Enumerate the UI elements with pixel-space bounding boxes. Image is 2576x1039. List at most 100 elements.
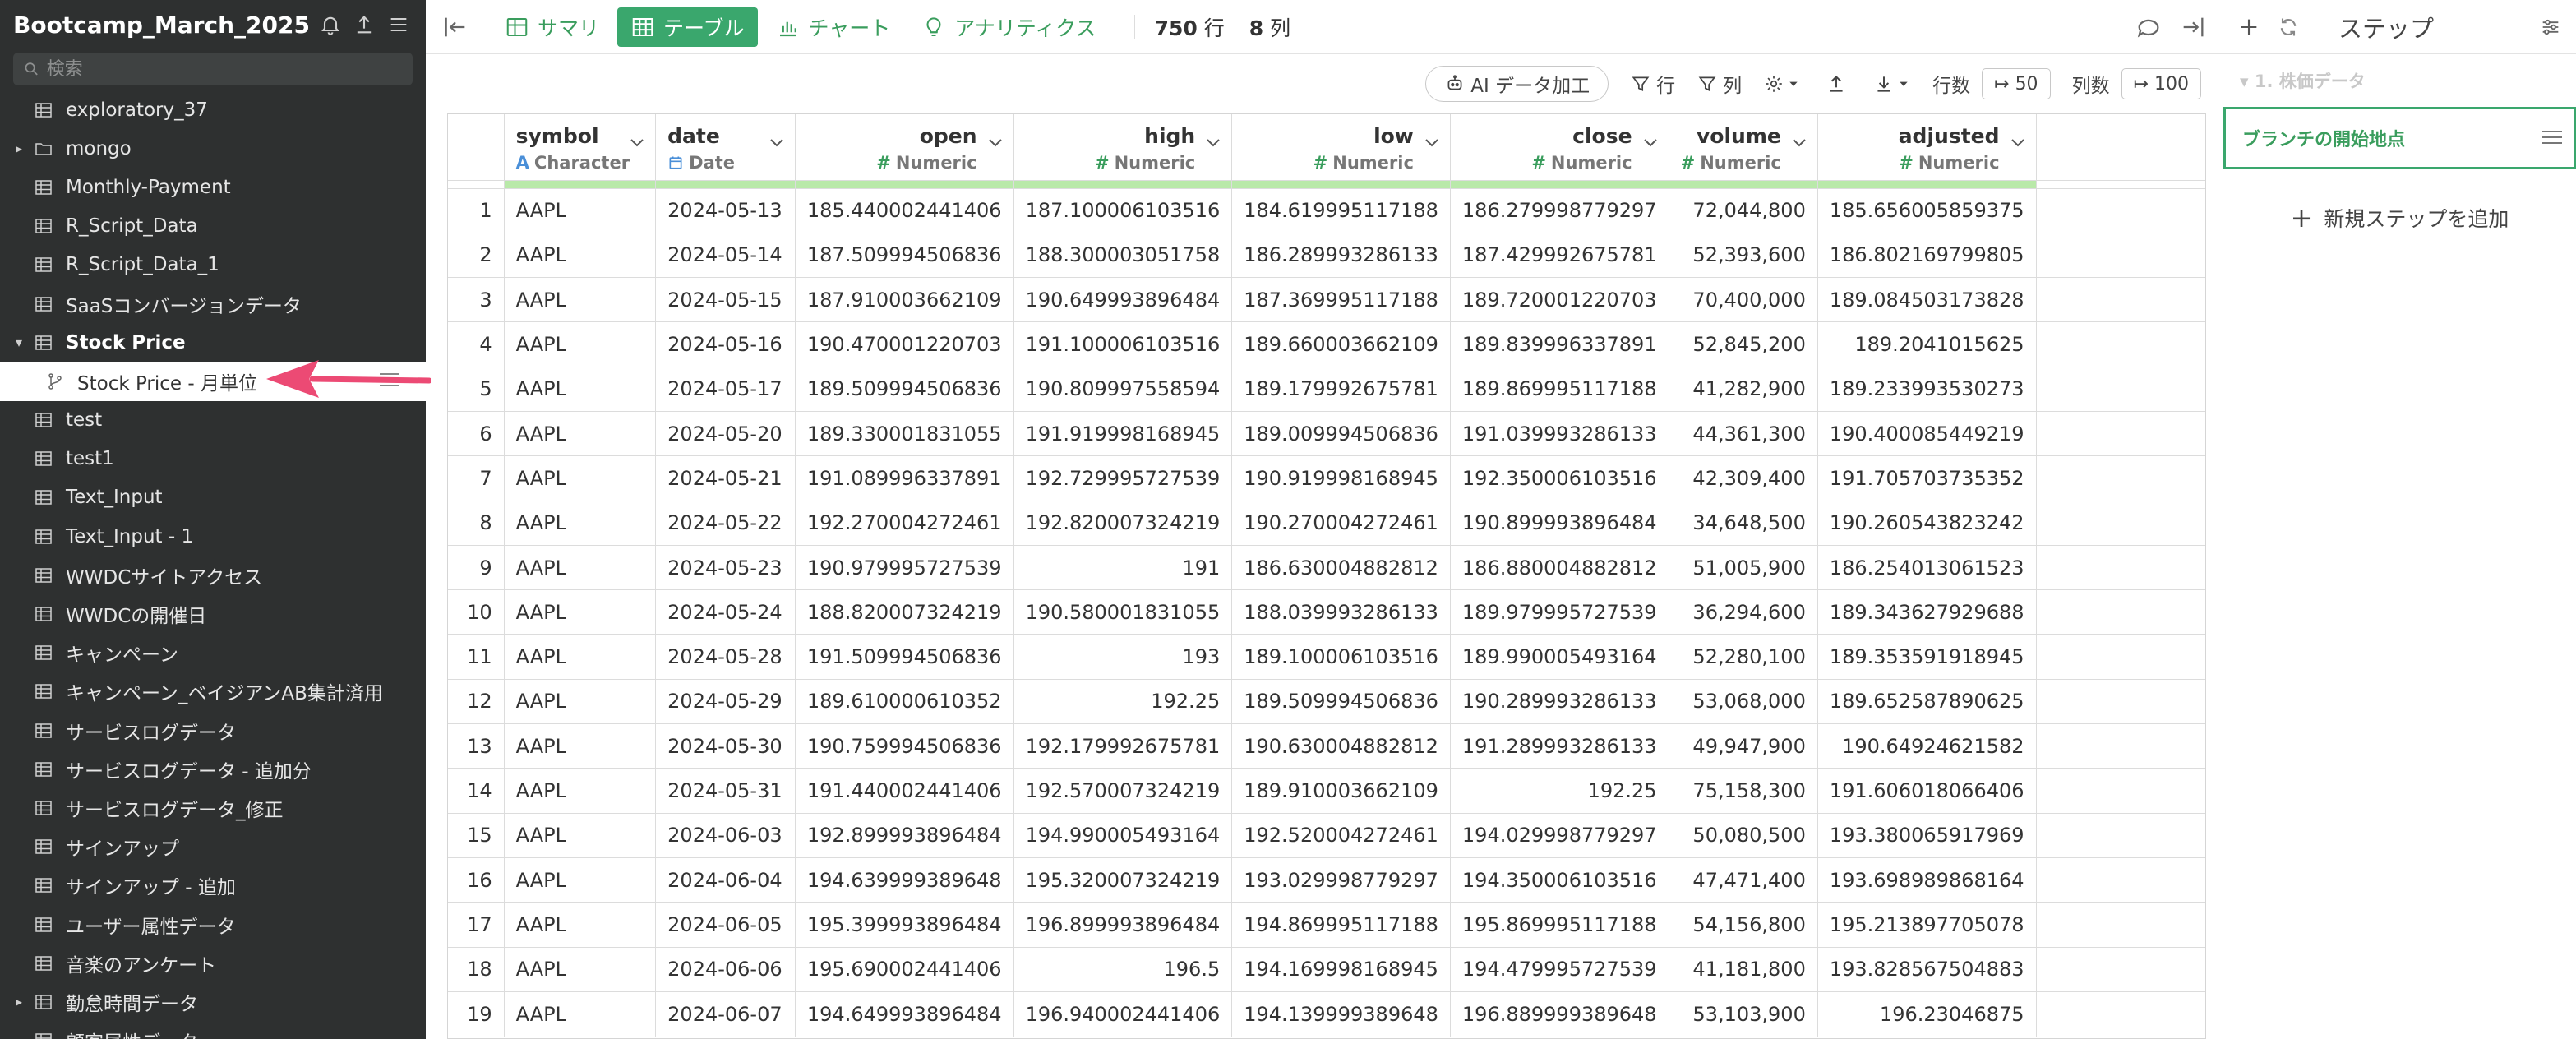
table-cell[interactable]: AAPL [504, 723, 657, 769]
chevron-down-icon[interactable] [987, 131, 1004, 147]
collapse-sidebar-icon[interactable] [436, 7, 475, 47]
table-cell[interactable]: 2024-05-24 [655, 589, 796, 635]
table-cell[interactable]: 184.619995117188 [1231, 187, 1451, 233]
table-cell[interactable]: 192.350006103516 [1450, 455, 1669, 501]
table-cell[interactable]: 36,294,600 [1669, 589, 1818, 635]
table-cell[interactable]: 190.580001831055 [1013, 589, 1233, 635]
table-cell[interactable]: 185.440002441406 [795, 187, 1014, 233]
table-cell[interactable]: 54,156,800 [1669, 902, 1818, 948]
table-cell[interactable]: AAPL [504, 902, 657, 948]
comment-icon[interactable] [2129, 7, 2168, 47]
table-cell[interactable]: 190.400085449219 [1817, 410, 2037, 456]
table-cell[interactable]: 190.470001220703 [795, 321, 1014, 367]
table-cell[interactable]: 41,282,900 [1669, 366, 1818, 412]
chevron-down-icon[interactable] [1642, 131, 1659, 147]
table-cell[interactable]: 191.089996337891 [795, 455, 1014, 501]
expand-right-icon[interactable]: ▸ [8, 994, 30, 1009]
table-cell[interactable]: 195.690002441406 [795, 946, 1014, 992]
table-cell[interactable]: 191.100006103516 [1013, 321, 1233, 367]
row-number[interactable]: 1 [448, 187, 505, 233]
chevron-down-icon[interactable] [769, 131, 785, 147]
table-cell[interactable]: 195.399993896484 [795, 902, 1014, 948]
column-filter-button[interactable]: 列 [1697, 70, 1742, 98]
sidebar-item[interactable]: サービスログデータ - 追加分 [0, 750, 426, 788]
table-cell[interactable]: 186.289993286133 [1231, 232, 1451, 278]
column-header-high[interactable]: high # Numeric [1013, 114, 1233, 180]
table-cell[interactable]: 193.029998779297 [1231, 857, 1451, 903]
table-cell[interactable]: 194.350006103516 [1450, 857, 1669, 903]
table-cell[interactable]: AAPL [504, 946, 657, 992]
table-cell[interactable]: 188.820007324219 [795, 589, 1014, 635]
table-cell[interactable]: 53,103,900 [1669, 991, 1818, 1037]
table-cell[interactable]: 191.039993286133 [1450, 410, 1669, 456]
sidebar-item[interactable]: SaaSコンバージョンデータ [0, 284, 426, 323]
table-cell[interactable]: 189.720001220703 [1450, 277, 1669, 322]
table-cell[interactable]: 192.25 [1450, 768, 1669, 814]
bell-icon[interactable] [316, 11, 344, 39]
row-number[interactable]: 6 [448, 410, 505, 456]
download-dropdown[interactable] [1873, 73, 1914, 95]
table-cell[interactable]: 193.380065917969 [1817, 812, 2037, 858]
sidebar-item[interactable]: Text_Input [0, 478, 426, 517]
sidebar-item[interactable]: Monthly-Payment [0, 168, 426, 206]
table-cell[interactable]: 189.330001831055 [795, 410, 1014, 456]
dataset-step-header[interactable]: ▾ 1. 株価データ [2223, 54, 2576, 107]
table-cell[interactable]: 191.509994506836 [795, 634, 1014, 680]
table-cell[interactable]: 193.698989868164 [1817, 857, 2037, 903]
table-cell[interactable]: 192.729995727539 [1013, 455, 1233, 501]
table-cell[interactable]: AAPL [504, 812, 657, 858]
table-cell[interactable]: AAPL [504, 500, 657, 546]
table-cell[interactable]: 194.169998168945 [1231, 946, 1451, 992]
sidebar-item[interactable]: 顧客属性データ [0, 1022, 426, 1039]
table-cell[interactable]: 191 [1013, 544, 1233, 590]
table-cell[interactable]: 2024-06-04 [655, 857, 796, 903]
table-cell[interactable]: 194.869995117188 [1231, 902, 1451, 948]
table-cell[interactable]: 72,044,800 [1669, 187, 1818, 233]
table-cell[interactable]: 187.100006103516 [1013, 187, 1233, 233]
tab-chart[interactable]: チャート [763, 7, 904, 47]
table-cell[interactable]: 192.570007324219 [1013, 768, 1233, 814]
table-cell[interactable]: 188.300003051758 [1013, 232, 1233, 278]
table-cell[interactable]: 195.869995117188 [1450, 902, 1669, 948]
table-cell[interactable]: 187.910003662109 [795, 277, 1014, 322]
table-cell[interactable]: 52,280,100 [1669, 634, 1818, 680]
table-cell[interactable]: 189.610000610352 [795, 678, 1014, 724]
table-cell[interactable]: 2024-05-16 [655, 321, 796, 367]
chevron-down-icon[interactable] [1791, 131, 1807, 147]
table-cell[interactable]: 191.440002441406 [795, 768, 1014, 814]
sidebar-item[interactable]: キャンペーン [0, 634, 426, 672]
table-cell[interactable]: 196.899993896484 [1013, 902, 1233, 948]
table-cell[interactable]: 2024-05-13 [655, 187, 796, 233]
table-cell[interactable]: AAPL [504, 410, 657, 456]
table-cell[interactable]: 190.919998168945 [1231, 455, 1451, 501]
table-cell[interactable]: 195.213897705078 [1817, 902, 2037, 948]
sidebar-search[interactable] [13, 53, 413, 85]
sidebar-item[interactable]: WWDCの開催日 [0, 594, 426, 633]
menu-icon[interactable] [385, 11, 413, 39]
table-cell[interactable]: AAPL [504, 678, 657, 724]
table-cell[interactable]: AAPL [504, 991, 657, 1037]
row-number[interactable]: 4 [448, 321, 505, 367]
table-cell[interactable]: 194.139999389648 [1231, 991, 1451, 1037]
table-cell[interactable]: 189.509994506836 [1231, 678, 1451, 724]
table-cell[interactable]: 2024-05-20 [655, 410, 796, 456]
expand-right-icon[interactable]: ▸ [8, 141, 30, 156]
column-header-adjusted[interactable]: adjusted # Numeric [1817, 114, 2037, 180]
table-cell[interactable]: 50,080,500 [1669, 812, 1818, 858]
table-cell[interactable]: 189.084503173828 [1817, 277, 2037, 322]
collapse-right-panel-icon[interactable] [2173, 7, 2213, 47]
table-cell[interactable]: 189.353591918945 [1817, 634, 2037, 680]
branch-start-step[interactable]: ブランチの開始地点 [2223, 107, 2576, 169]
table-cell[interactable]: 186.630004882812 [1231, 544, 1451, 590]
column-header-close[interactable]: close # Numeric [1450, 114, 1669, 180]
table-cell[interactable]: 194.479995727539 [1450, 946, 1669, 992]
sidebar-item[interactable]: test [0, 401, 426, 440]
table-cell[interactable]: AAPL [504, 634, 657, 680]
table-cell[interactable]: 195.320007324219 [1013, 857, 1233, 903]
row-number[interactable]: 5 [448, 366, 505, 412]
table-cell[interactable]: AAPL [504, 187, 657, 233]
table-cell[interactable]: 70,400,000 [1669, 277, 1818, 322]
row-number[interactable]: 10 [448, 589, 505, 635]
table-cell[interactable]: 191.606018066406 [1817, 768, 2037, 814]
table-cell[interactable]: 192.179992675781 [1013, 723, 1233, 769]
